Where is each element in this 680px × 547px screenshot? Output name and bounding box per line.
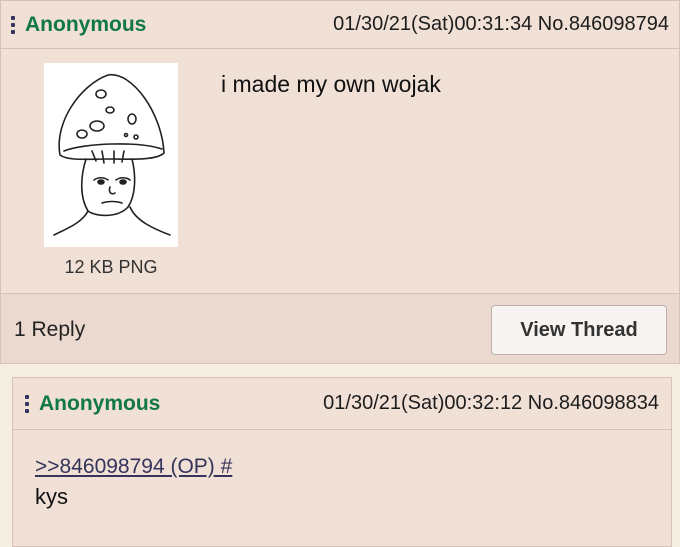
reply-post-header: Anonymous 01/30/21(Sat)00:32:12 No.84609…	[13, 378, 671, 430]
op-post-datetime-number[interactable]: 01/30/21(Sat)00:31:34 No.846098794	[333, 13, 669, 36]
mushroom-wojak-icon	[53, 74, 171, 236]
reply-body: >>846098794 (OP) # kys	[35, 454, 232, 510]
op-poster-name: Anonymous	[25, 12, 147, 36]
reply-poster-name: Anonymous	[39, 391, 161, 415]
op-message: i made my own wojak	[221, 71, 441, 97]
reply-post-datetime-number[interactable]: 01/30/21(Sat)00:32:12 No.846098834	[323, 392, 659, 415]
op-image-thumbnail[interactable]	[44, 63, 178, 247]
op-post-footer: 1 Reply View Thread	[1, 293, 679, 363]
menu-dots-icon[interactable]	[11, 15, 15, 34]
reply-count: 1 Reply	[14, 318, 86, 341]
op-post-header: Anonymous 01/30/21(Sat)00:31:34 No.84609…	[1, 1, 679, 49]
menu-dots-icon[interactable]	[25, 394, 29, 413]
quote-link[interactable]: >>846098794 (OP) #	[35, 454, 232, 480]
op-post: Anonymous 01/30/21(Sat)00:31:34 No.84609…	[0, 0, 680, 364]
op-file-info[interactable]: 12 KB PNG	[44, 257, 178, 278]
reply-message: kys	[35, 484, 68, 509]
view-thread-button[interactable]: View Thread	[491, 305, 667, 355]
reply-post: Anonymous 01/30/21(Sat)00:32:12 No.84609…	[12, 377, 672, 547]
